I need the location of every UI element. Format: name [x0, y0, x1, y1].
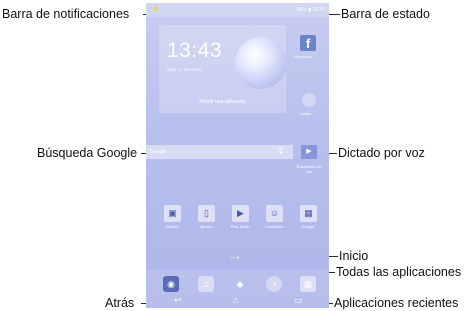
callout-recent-apps: Aplicaciones recientes	[334, 296, 459, 310]
contacts-label: Contactos	[264, 224, 283, 229]
notification-icons[interactable]: ⚡ ↓	[152, 6, 164, 13]
clock-widget[interactable]: 13:43 MAR. 27 DE MAYO Añadir una ubicaci…	[159, 25, 286, 113]
facebook-label: Facebook	[294, 54, 312, 59]
apps-center-icon[interactable]: ◆	[232, 276, 248, 292]
voice-search-label: Búsqueda por voz	[296, 164, 322, 174]
music-icon[interactable]: ♫	[198, 276, 214, 292]
voice-search-button[interactable]: ▶	[301, 145, 317, 159]
facebook-icon[interactable]: f	[300, 35, 316, 51]
page-indicator: — ●	[230, 255, 240, 261]
settings-label: Ajustes	[199, 224, 213, 229]
play-store-label: Play Store	[230, 224, 250, 229]
status-indicators[interactable]: 88% ▮ 13:43	[297, 7, 325, 13]
search-placeholder: Google	[150, 149, 167, 155]
browser-icon[interactable]: ◔	[266, 276, 282, 292]
callout-all-apps: Todas las aplicaciones	[336, 265, 462, 279]
callout-status-bar: Barra de estado	[341, 7, 430, 21]
callout-notification-bar: Barra de notificaciones	[2, 7, 130, 21]
callout-home: Inicio	[339, 249, 369, 263]
google-folder-label: Google	[301, 224, 315, 229]
home-button-icon[interactable]: ⌂	[233, 295, 238, 305]
google-folder-icon[interactable]: ▦	[300, 205, 317, 222]
navigation-bar: ↩ ⌂ ▭	[146, 293, 329, 308]
contacts-icon[interactable]: ☺	[266, 205, 283, 222]
callout-back: Atrás	[105, 296, 135, 310]
clock-date: MAR. 27 DE MAYO	[167, 67, 202, 72]
settings-icon[interactable]: ▯	[198, 205, 215, 222]
play-store-icon[interactable]: ▶	[232, 205, 249, 222]
callout-google-search: Búsqueda Google	[37, 146, 138, 160]
gallery-label: Galería	[165, 224, 179, 229]
gallery-icon[interactable]: ▣	[164, 205, 181, 222]
weather-sphere-icon	[235, 37, 286, 89]
clock-time: 13:43	[167, 39, 223, 62]
all-apps-grid-icon[interactable]: ▦	[300, 276, 316, 292]
add-location-link[interactable]: Añadir una ubicación	[159, 99, 286, 105]
microphone-icon[interactable]: 🎙	[276, 147, 285, 155]
twitter-icon[interactable]	[302, 93, 316, 107]
back-button-icon[interactable]: ↩	[174, 295, 182, 306]
callout-voice-dictation: Dictado por voz	[338, 146, 425, 160]
twitter-label: Twitter	[299, 111, 311, 116]
camera-icon[interactable]: ◉	[163, 276, 179, 292]
recent-apps-button-icon[interactable]: ▭	[294, 295, 303, 306]
status-bar[interactable]: ⚡ ↓ 88% ▮ 13:43	[146, 3, 329, 17]
google-search-bar[interactable]: Google 🎙	[146, 145, 293, 159]
phone-home-screen: ⚡ ↓ 88% ▮ 13:43 13:43 MAR. 27 DE MAYO Añ…	[146, 3, 329, 308]
